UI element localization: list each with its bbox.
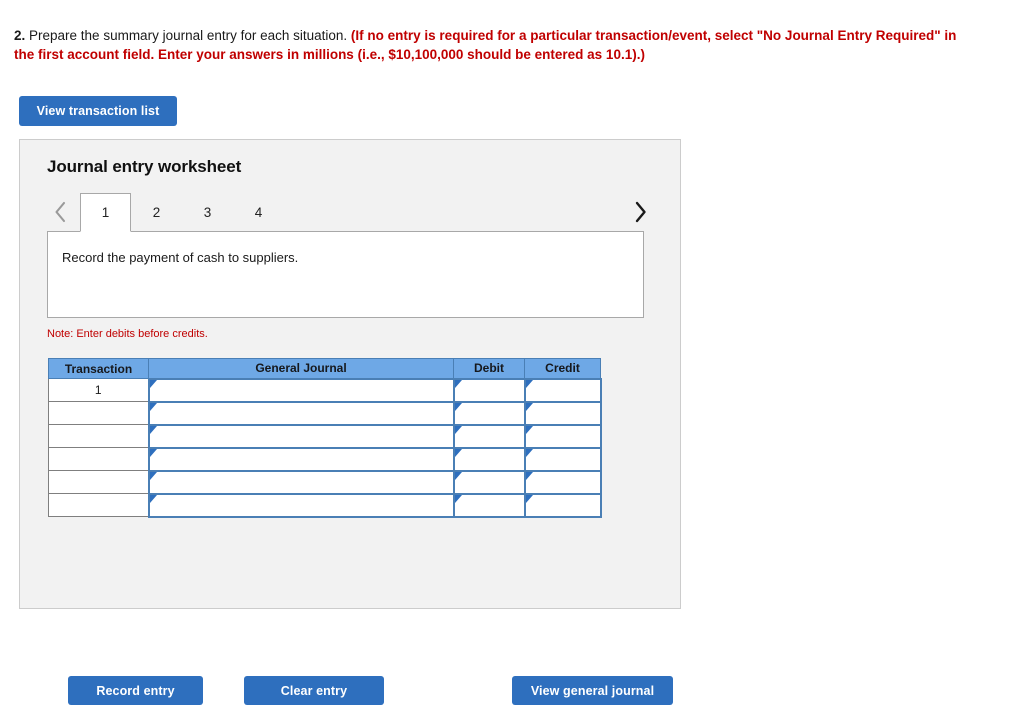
column-header-general-journal: General Journal bbox=[148, 358, 454, 379]
tab-3-label: 3 bbox=[203, 205, 212, 220]
table-row bbox=[48, 492, 602, 518]
general-journal-input-row-1[interactable] bbox=[147, 377, 455, 403]
credit-input-row-2[interactable] bbox=[523, 400, 602, 426]
journal-table-header-row: Transaction General Journal Debit Credit bbox=[48, 358, 601, 379]
cell-marker-icon bbox=[525, 425, 533, 434]
tab-4-label: 4 bbox=[254, 205, 263, 220]
general-journal-value-row-5 bbox=[150, 472, 453, 493]
general-journal-value-row-3 bbox=[150, 426, 453, 447]
debits-before-credits-note: Note: Enter debits before credits. bbox=[47, 328, 208, 340]
debit-input-row-6[interactable] bbox=[452, 492, 526, 518]
general-journal-value-row-6 bbox=[150, 495, 453, 516]
table-row bbox=[48, 469, 602, 495]
credit-value-row-1 bbox=[526, 380, 600, 401]
cell-marker-icon bbox=[525, 379, 533, 388]
chevron-right-icon[interactable] bbox=[627, 193, 653, 231]
credit-input-row-3[interactable] bbox=[523, 423, 602, 449]
debit-value-row-4 bbox=[455, 449, 524, 470]
tab-4[interactable]: 4 bbox=[233, 193, 284, 231]
transaction-number-cell bbox=[48, 401, 149, 425]
journal-entry-table: Transaction General Journal Debit Credit… bbox=[48, 358, 602, 518]
transaction-number-cell: 1 bbox=[48, 378, 149, 402]
cell-marker-icon bbox=[454, 402, 462, 411]
worksheet-tabs: 1 2 3 4 bbox=[80, 193, 284, 232]
cell-marker-icon bbox=[149, 448, 157, 457]
debit-value-row-1 bbox=[455, 380, 524, 401]
tab-2[interactable]: 2 bbox=[131, 193, 182, 231]
transaction-number-cell bbox=[48, 447, 149, 471]
credit-value-row-6 bbox=[526, 495, 600, 516]
column-header-transaction: Transaction bbox=[48, 358, 149, 379]
cell-marker-icon bbox=[149, 425, 157, 434]
credit-input-row-5[interactable] bbox=[523, 469, 602, 495]
debit-value-row-6 bbox=[455, 495, 524, 516]
tab-1[interactable]: 1 bbox=[80, 193, 131, 232]
table-row bbox=[48, 446, 602, 472]
general-journal-input-row-2[interactable] bbox=[147, 400, 455, 426]
tab-3[interactable]: 3 bbox=[182, 193, 233, 231]
general-journal-input-row-5[interactable] bbox=[147, 469, 455, 495]
table-row: 1 bbox=[48, 377, 602, 403]
general-journal-value-row-4 bbox=[150, 449, 453, 470]
question-lead-text: Prepare the summary journal entry for ea… bbox=[25, 28, 351, 43]
column-header-credit: Credit bbox=[524, 358, 601, 379]
cell-marker-icon bbox=[454, 379, 462, 388]
debit-value-row-2 bbox=[455, 403, 524, 424]
general-journal-value-row-1 bbox=[150, 380, 453, 401]
column-header-debit: Debit bbox=[453, 358, 525, 379]
tab-1-label: 1 bbox=[101, 205, 110, 220]
cell-marker-icon bbox=[149, 402, 157, 411]
cell-marker-icon bbox=[454, 448, 462, 457]
cell-marker-icon bbox=[525, 402, 533, 411]
credit-input-row-6[interactable] bbox=[523, 492, 602, 518]
cell-marker-icon bbox=[149, 379, 157, 388]
journal-entry-worksheet-panel: Journal entry worksheet 1 2 3 4 Record t… bbox=[19, 139, 681, 705]
view-transaction-list-button[interactable]: View transaction list bbox=[19, 96, 177, 126]
cell-marker-icon bbox=[454, 425, 462, 434]
debit-input-row-2[interactable] bbox=[452, 400, 526, 426]
cell-marker-icon bbox=[525, 471, 533, 480]
worksheet-title: Journal entry worksheet bbox=[47, 157, 242, 176]
cell-marker-icon bbox=[454, 494, 462, 503]
general-journal-input-row-3[interactable] bbox=[147, 423, 455, 449]
general-journal-value-row-2 bbox=[150, 403, 453, 424]
worksheet-tabstrip: 1 2 3 4 bbox=[47, 193, 653, 232]
chevron-left-icon[interactable] bbox=[47, 193, 73, 231]
credit-value-row-5 bbox=[526, 472, 600, 493]
record-entry-button[interactable]: Record entry bbox=[68, 676, 203, 705]
cell-marker-icon bbox=[454, 471, 462, 480]
question-number: 2. bbox=[14, 28, 26, 43]
view-general-journal-button[interactable]: View general journal bbox=[512, 676, 673, 705]
cell-marker-icon bbox=[149, 494, 157, 503]
table-row bbox=[48, 423, 602, 449]
clear-entry-button[interactable]: Clear entry bbox=[244, 676, 384, 705]
credit-input-row-1[interactable] bbox=[523, 377, 602, 403]
debit-input-row-5[interactable] bbox=[452, 469, 526, 495]
credit-value-row-3 bbox=[526, 426, 600, 447]
debit-input-row-3[interactable] bbox=[452, 423, 526, 449]
cell-marker-icon bbox=[525, 448, 533, 457]
tab-2-label: 2 bbox=[152, 205, 161, 220]
transaction-number-cell bbox=[48, 424, 149, 448]
debit-value-row-3 bbox=[455, 426, 524, 447]
transaction-description-text: Record the payment of cash to suppliers. bbox=[62, 250, 299, 265]
transaction-number-cell bbox=[48, 470, 149, 494]
credit-value-row-4 bbox=[526, 449, 600, 470]
transaction-number-cell bbox=[48, 493, 149, 517]
table-row bbox=[48, 400, 602, 426]
general-journal-input-row-6[interactable] bbox=[147, 492, 455, 518]
cell-marker-icon bbox=[525, 494, 533, 503]
debit-input-row-1[interactable] bbox=[452, 377, 526, 403]
cell-marker-icon bbox=[149, 471, 157, 480]
question-prompt: 2. Prepare the summary journal entry for… bbox=[14, 26, 974, 64]
debit-value-row-5 bbox=[455, 472, 524, 493]
credit-value-row-2 bbox=[526, 403, 600, 424]
debit-input-row-4[interactable] bbox=[452, 446, 526, 472]
credit-input-row-4[interactable] bbox=[523, 446, 602, 472]
transaction-description-box: Record the payment of cash to suppliers. bbox=[47, 231, 644, 318]
general-journal-input-row-4[interactable] bbox=[147, 446, 455, 472]
